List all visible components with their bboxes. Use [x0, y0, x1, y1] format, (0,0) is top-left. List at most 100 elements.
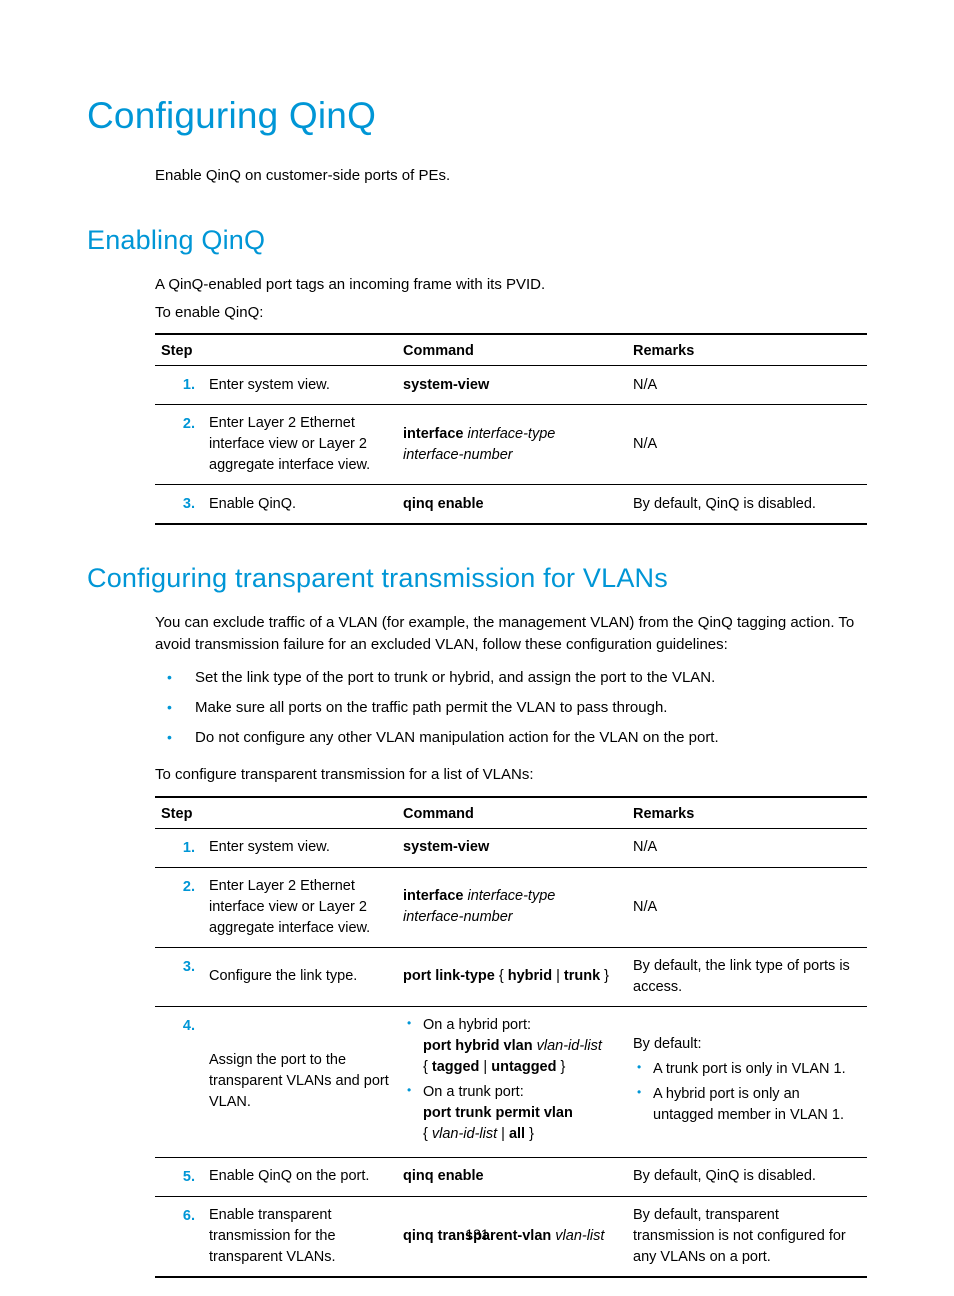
cmd-ital: interface-type — [467, 888, 555, 904]
th-remarks: Remarks — [627, 797, 867, 829]
remarks-text: N/A — [627, 867, 867, 947]
cmd-bold: untagged — [491, 1059, 556, 1075]
step-text: Enter system view. — [203, 366, 397, 405]
remarks-text: N/A — [627, 366, 867, 405]
th-command: Command — [397, 334, 627, 366]
cmd-bold: interface — [403, 426, 463, 442]
cmd-text: | — [479, 1059, 491, 1075]
table-enable-qinq: Step Command Remarks 1. Enter system vie… — [155, 333, 867, 525]
remarks-text: N/A — [627, 405, 867, 485]
command-text: system-view — [397, 366, 627, 405]
command-text: qinq enable — [397, 1157, 627, 1196]
th-command: Command — [397, 797, 627, 829]
list-item: On a hybrid port: port hybrid vlan vlan-… — [403, 1015, 621, 1078]
step-number: 3. — [155, 947, 203, 1006]
cmd-text: } — [556, 1059, 565, 1075]
step-number: 4. — [155, 1006, 203, 1157]
cmd-ital: vlan-id-list — [537, 1038, 602, 1054]
paragraph: A QinQ-enabled port tags an incoming fra… — [87, 274, 867, 296]
cmd-text: On a hybrid port: — [423, 1017, 531, 1033]
cmd-ital: vlan-id-list — [432, 1126, 497, 1142]
cmd-ital: interface-number — [403, 909, 513, 925]
cmd-ital: interface-number — [403, 447, 513, 463]
remarks-text: N/A — [627, 828, 867, 867]
cmd-bold: qinq enable — [403, 1168, 484, 1184]
heading-enabling-qinq: Enabling QinQ — [87, 225, 867, 256]
inner-list: On a hybrid port: port hybrid vlan vlan-… — [403, 1015, 621, 1145]
step-text: Configure the link type. — [203, 947, 397, 1006]
th-remarks: Remarks — [627, 334, 867, 366]
step-text: Enable QinQ on the port. — [203, 1157, 397, 1196]
paragraph: You can exclude traffic of a VLAN (for e… — [87, 612, 867, 656]
remarks-lead: By default: — [633, 1036, 702, 1052]
table-row: 1. Enter system view. system-view N/A — [155, 366, 867, 405]
step-text: Enable QinQ. — [203, 485, 397, 525]
table-row: 2. Enter Layer 2 Ethernet interface view… — [155, 867, 867, 947]
command-text: system-view — [397, 828, 627, 867]
remarks-text: By default, QinQ is disabled. — [627, 485, 867, 525]
cmd-bold: trunk — [564, 968, 600, 984]
cmd-bold: qinq enable — [403, 496, 484, 512]
step-text: Enter Layer 2 Ethernet interface view or… — [203, 867, 397, 947]
cmd-text: } — [525, 1126, 534, 1142]
th-step: Step — [155, 334, 397, 366]
cmd-text: { — [423, 1059, 432, 1075]
remarks-text: By default: A trunk port is only in VLAN… — [627, 1006, 867, 1157]
step-text: Assign the port to the transparent VLANs… — [203, 1006, 397, 1157]
step-text: Enter system view. — [203, 828, 397, 867]
cmd-ital: interface-type — [467, 426, 555, 442]
cmd-bold: tagged — [432, 1059, 480, 1075]
cmd-bold: hybrid — [508, 968, 552, 984]
step-number: 3. — [155, 485, 203, 525]
bullet-list: Set the link type of the port to trunk o… — [87, 666, 867, 750]
table-row: 3. Configure the link type. port link-ty… — [155, 947, 867, 1006]
inner-list: A trunk port is only in VLAN 1. A hybrid… — [633, 1059, 861, 1126]
page-number: 131 — [0, 1226, 954, 1242]
cmd-text: { — [495, 968, 508, 984]
step-number: 2. — [155, 867, 203, 947]
command-text: qinq enable — [397, 485, 627, 525]
cmd-bold: port link-type — [403, 968, 495, 984]
step-number: 1. — [155, 366, 203, 405]
table-row: 5. Enable QinQ on the port. qinq enable … — [155, 1157, 867, 1196]
table-row: 1. Enter system view. system-view N/A — [155, 828, 867, 867]
cmd-text: } — [600, 968, 609, 984]
cmd-bold: interface — [403, 888, 463, 904]
step-number: 2. — [155, 405, 203, 485]
list-item: Make sure all ports on the traffic path … — [155, 696, 867, 720]
cmd-bold: system-view — [403, 839, 489, 855]
command-text: interface interface-type interface-numbe… — [397, 867, 627, 947]
table-row: 4. Assign the port to the transparent VL… — [155, 1006, 867, 1157]
command-text: port link-type { hybrid | trunk } — [397, 947, 627, 1006]
cmd-bold: system-view — [403, 377, 489, 393]
remarks-text: By default, the link type of ports is ac… — [627, 947, 867, 1006]
list-item: On a trunk port: port trunk permit vlan … — [403, 1082, 621, 1145]
intro-paragraph: Enable QinQ on customer-side ports of PE… — [87, 165, 867, 187]
table-header-row: Step Command Remarks — [155, 334, 867, 366]
remarks-text: By default, QinQ is disabled. — [627, 1157, 867, 1196]
heading-configuring-qinq: Configuring QinQ — [87, 95, 867, 137]
step-number: 5. — [155, 1157, 203, 1196]
page: Configuring QinQ Enable QinQ on customer… — [0, 0, 954, 1278]
table-row: 3. Enable QinQ. qinq enable By default, … — [155, 485, 867, 525]
step-text: Enter Layer 2 Ethernet interface view or… — [203, 405, 397, 485]
heading-transparent-vlans: Configuring transparent transmission for… — [87, 563, 867, 594]
list-item: Do not configure any other VLAN manipula… — [155, 726, 867, 750]
paragraph: To enable QinQ: — [87, 302, 867, 324]
list-item: A trunk port is only in VLAN 1. — [633, 1059, 861, 1080]
step-number: 1. — [155, 828, 203, 867]
command-text: On a hybrid port: port hybrid vlan vlan-… — [397, 1006, 627, 1157]
cmd-bold: all — [509, 1126, 525, 1142]
cmd-bold: port hybrid vlan — [423, 1038, 533, 1054]
list-item: A hybrid port is only an untagged member… — [633, 1084, 861, 1126]
th-step: Step — [155, 797, 397, 829]
command-text: interface interface-type interface-numbe… — [397, 405, 627, 485]
cmd-text: { — [423, 1126, 432, 1142]
paragraph: To configure transparent transmission fo… — [87, 764, 867, 786]
table-header-row: Step Command Remarks — [155, 797, 867, 829]
table-row: 2. Enter Layer 2 Ethernet interface view… — [155, 405, 867, 485]
cmd-bold: port trunk permit vlan — [423, 1105, 573, 1121]
table-transparent-vlans: Step Command Remarks 1. Enter system vie… — [155, 796, 867, 1278]
cmd-text: | — [497, 1126, 509, 1142]
cmd-text: | — [552, 968, 564, 984]
